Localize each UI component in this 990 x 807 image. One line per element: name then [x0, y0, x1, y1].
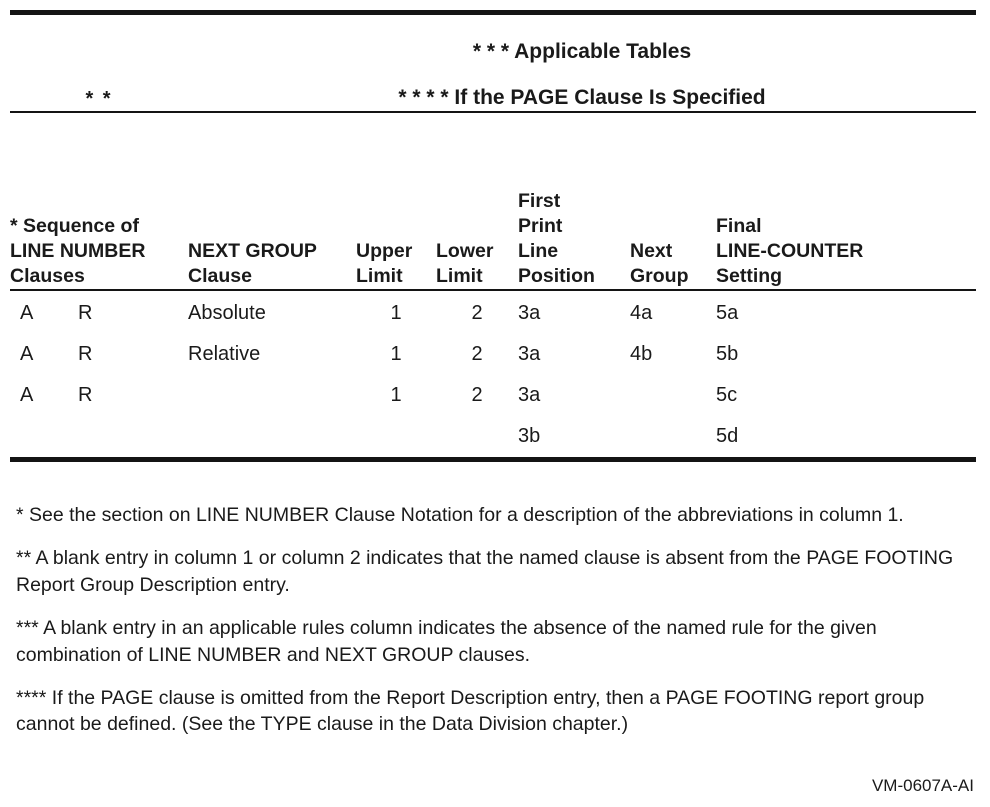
footnote-1: * See the section on LINE NUMBER Clause … — [16, 504, 904, 526]
value-next-group — [630, 416, 716, 457]
cell-lower-limit: 2 2 2 — [436, 291, 518, 457]
header-line: LINE NUMBER — [10, 240, 146, 263]
sequence-a: A — [20, 302, 34, 324]
column-header-next-group: Next Group — [630, 113, 716, 289]
sequence-r: R — [78, 384, 93, 406]
cell-final-line-counter-setting: 5a 5b 5c 5d — [716, 291, 976, 457]
value-upper-limit: 1 — [390, 343, 402, 365]
sequence-a: A — [20, 384, 34, 406]
value-next-group: 4b — [630, 343, 653, 365]
header-line: Clause — [188, 265, 252, 288]
banner-line-applicable-tables: * * * Applicable Tables — [472, 39, 692, 63]
cell-next-group-clause: Absolute Relative — [188, 291, 356, 457]
header-line: Group — [630, 265, 689, 288]
table-row — [10, 416, 188, 457]
value-next-group-clause — [188, 416, 356, 457]
header-line: Upper — [356, 240, 413, 263]
header-line: Limit — [436, 265, 483, 288]
table-grid-headers: * Sequence of LINE NUMBER Clauses NEXT G… — [10, 113, 976, 289]
table-header-row: * Sequence of LINE NUMBER Clauses NEXT G… — [10, 113, 976, 289]
header-line: * Sequence of — [10, 215, 139, 238]
value-upper-limit — [356, 416, 436, 457]
value-upper-limit: 1 — [390, 302, 402, 324]
value-next-group-clause: Absolute — [188, 302, 266, 324]
column-header-next-group-clause: NEXT GROUP Clause — [188, 113, 356, 289]
header-line: Clauses — [10, 265, 85, 288]
value-lower-limit: 2 — [471, 384, 483, 406]
document-page: * * * * * Applicable Tables * * * * If t… — [0, 0, 990, 807]
table-bottom-rule — [10, 457, 976, 462]
footnote-2: ** A blank entry in column 1 or column 2… — [16, 546, 954, 596]
header-line: Next — [630, 240, 673, 263]
header-line: First — [518, 190, 561, 213]
table-banner-row: * * * * * Applicable Tables * * * * If t… — [10, 15, 976, 111]
header-line: Print — [518, 215, 563, 238]
applicable-tables-table: * * * * * Applicable Tables * * * * If t… — [10, 10, 976, 462]
value-next-group — [630, 375, 716, 416]
header-line: Setting — [716, 265, 783, 288]
value-lower-limit: 2 — [471, 302, 483, 324]
column-header-final-line-counter-setting: Final LINE-COUNTER Setting — [716, 113, 976, 289]
value-final-line-counter-setting: 5a — [716, 302, 739, 324]
value-final-line-counter-setting: 5c — [716, 384, 738, 406]
footnote-4: **** If the PAGE clause is omitted from … — [16, 686, 925, 736]
value-next-group-clause — [188, 375, 356, 416]
value-lower-limit — [436, 416, 518, 457]
sequence-r: R — [78, 302, 93, 324]
value-lower-limit: 2 — [471, 343, 483, 365]
footnote-3: *** A blank entry in an applicable rules… — [16, 616, 877, 666]
table-grid-body: AR AR AR Absolute Relative 1 1 1 2 2 2 3… — [10, 291, 976, 457]
value-first-print-line-position: 3a — [518, 302, 541, 324]
column-header-upper-limit: Upper Limit — [356, 113, 436, 289]
footnotes: * See the section on LINE NUMBER Clause … — [16, 502, 974, 738]
value-first-print-line-position: 3a — [518, 343, 541, 365]
sequence-a: A — [20, 343, 34, 365]
cell-first-print-line-position: 3a 3a 3a 3b — [518, 291, 630, 457]
banner-applicable-tables: * * * Applicable Tables * * * * If the P… — [188, 15, 976, 111]
table-row: AR — [10, 334, 188, 375]
banner-line-page-clause: * * * * If the PAGE Clause Is Specified — [398, 85, 766, 109]
cell-upper-limit: 1 1 1 — [356, 291, 436, 457]
column-header-lower-limit: Lower Limit — [436, 113, 518, 289]
header-line: LINE-COUNTER — [716, 240, 864, 263]
column-header-first-print-line-position: First Print Line Position — [518, 113, 630, 289]
value-next-group-clause: Relative — [188, 343, 261, 365]
cell-sequence-clauses: AR AR AR — [10, 291, 188, 457]
value-first-print-line-position: 3b — [518, 425, 541, 447]
column-header-sequence-of-line-number-clauses: * Sequence of LINE NUMBER Clauses — [10, 113, 188, 289]
table-body-row: AR AR AR Absolute Relative 1 1 1 2 2 2 3… — [10, 291, 976, 457]
header-line: Final — [716, 215, 762, 238]
header-line: Limit — [356, 265, 403, 288]
cell-next-group: 4a 4b — [630, 291, 716, 457]
value-final-line-counter-setting: 5d — [716, 425, 739, 447]
table-row: AR — [10, 375, 188, 416]
table-row: AR — [10, 293, 188, 334]
value-final-line-counter-setting: 5b — [716, 343, 739, 365]
header-line: Position — [518, 265, 595, 288]
value-upper-limit: 1 — [390, 384, 402, 406]
value-first-print-line-position: 3a — [518, 384, 541, 406]
table-grid: * * * * * Applicable Tables * * * * If t… — [10, 15, 976, 111]
value-next-group: 4a — [630, 302, 653, 324]
figure-identifier: VM-0607A-AI — [871, 776, 974, 795]
sequence-r: R — [78, 343, 93, 365]
header-line: NEXT GROUP — [188, 240, 317, 263]
header-line: Line — [518, 240, 559, 263]
header-line: Lower — [436, 240, 494, 263]
banner-left-marker: * * — [85, 88, 113, 110]
